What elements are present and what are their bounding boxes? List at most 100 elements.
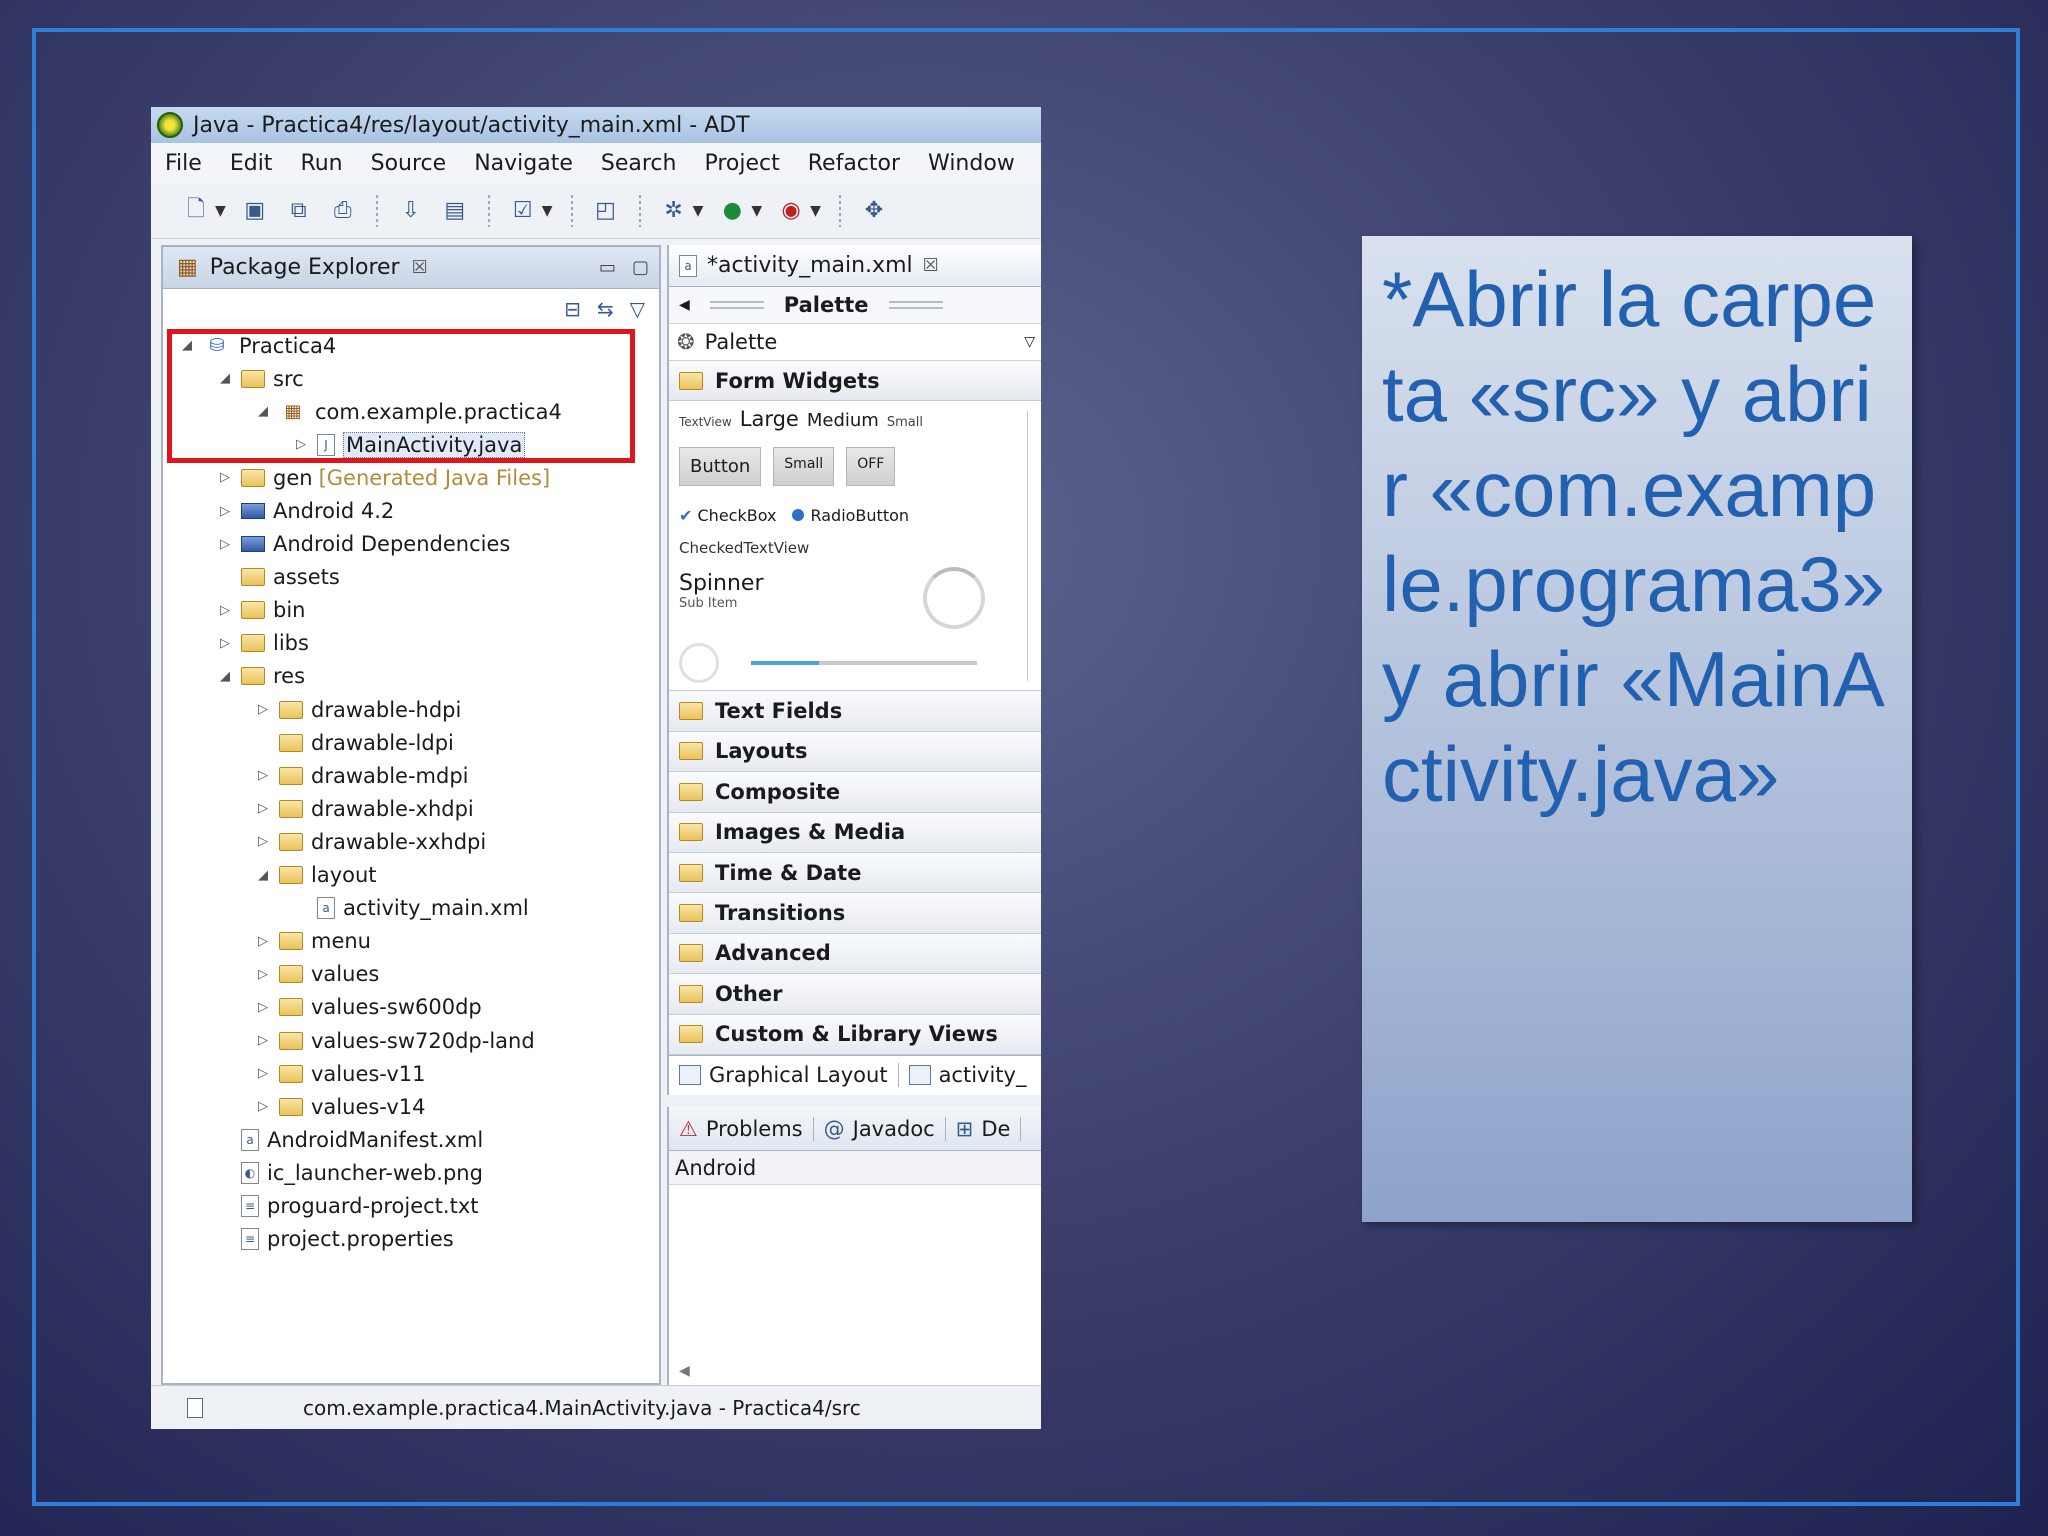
palette-scrollbar[interactable] bbox=[1027, 411, 1039, 682]
tree-item[interactable]: ≡ project.properties bbox=[163, 1223, 659, 1256]
palette-category[interactable]: Other bbox=[669, 974, 1041, 1015]
tree-item[interactable]: ▷ values-v14 bbox=[163, 1090, 659, 1123]
tree-item[interactable]: ▷ Android Dependencies bbox=[163, 528, 659, 561]
collapsed-arrow-icon[interactable]: ▷ bbox=[215, 636, 235, 651]
collapsed-arrow-icon[interactable]: ▷ bbox=[253, 834, 273, 849]
tree-item[interactable]: ▷ libs bbox=[163, 627, 659, 660]
collapsed-arrow-icon[interactable]: ▷ bbox=[253, 1000, 273, 1015]
expanded-arrow-icon[interactable]: ◢ bbox=[253, 404, 273, 419]
tree-item[interactable]: ▷ Android 4.2 bbox=[163, 494, 659, 527]
palette-category[interactable]: Text Fields bbox=[669, 691, 1041, 732]
tree-item[interactable]: drawable-ldpi bbox=[163, 726, 659, 759]
close-icon[interactable]: ☒ bbox=[923, 255, 939, 276]
menu-edit[interactable]: Edit bbox=[230, 151, 273, 176]
tree-item[interactable]: ◢ layout bbox=[163, 859, 659, 892]
expanded-arrow-icon[interactable]: ◢ bbox=[253, 868, 273, 883]
tab-activity-main[interactable]: a *activity_main.xml ☒ bbox=[669, 245, 1041, 287]
collapsed-arrow-icon[interactable]: ▷ bbox=[253, 702, 273, 717]
palette-category[interactable]: Advanced bbox=[669, 933, 1041, 975]
collapsed-arrow-icon[interactable]: ▷ bbox=[253, 768, 273, 783]
widget-progress-circle[interactable] bbox=[923, 567, 985, 630]
external-tools-dropdown-icon[interactable]: ▼ bbox=[810, 203, 821, 219]
menu-search[interactable]: Search bbox=[601, 151, 677, 176]
widget-medium-text[interactable]: Medium bbox=[807, 410, 879, 431]
new-android-project-icon[interactable]: ◰ bbox=[591, 196, 621, 226]
expanded-arrow-icon[interactable]: ◢ bbox=[177, 338, 197, 353]
menu-run[interactable]: Run bbox=[300, 151, 342, 176]
tree-item[interactable]: ▷ values-v11 bbox=[163, 1057, 659, 1090]
lint-dropdown-icon[interactable]: ▼ bbox=[542, 203, 553, 219]
menu-navigate[interactable]: Navigate bbox=[474, 151, 573, 176]
expanded-arrow-icon[interactable]: ◢ bbox=[215, 371, 235, 386]
close-icon[interactable]: ☒ bbox=[412, 257, 428, 278]
tree-item[interactable]: ◢ ▦ com.example.practica4 bbox=[163, 395, 659, 428]
external-tools-icon[interactable]: ◉ bbox=[776, 196, 806, 226]
widget-textview[interactable]: TextView bbox=[679, 415, 732, 429]
widget-toggle-button[interactable]: OFF bbox=[846, 447, 896, 487]
maximize-icon[interactable]: ▢ bbox=[632, 257, 649, 278]
tab-javadoc[interactable]: @ Javadoc bbox=[814, 1116, 946, 1141]
new-icon[interactable]: 🗋 bbox=[181, 196, 211, 226]
widget-large-text[interactable]: Large bbox=[740, 407, 799, 431]
collapse-palette-icon[interactable]: ◀ bbox=[679, 297, 690, 313]
menu-source[interactable]: Source bbox=[371, 151, 447, 176]
widget-radiobutton[interactable]: RadioButton bbox=[792, 506, 909, 525]
scroll-left-icon[interactable]: ◀ bbox=[679, 1363, 690, 1379]
tree-item[interactable]: ▷ drawable-hdpi bbox=[163, 693, 659, 726]
widget-progress-small[interactable] bbox=[679, 643, 719, 684]
run-dropdown-icon[interactable]: ▼ bbox=[751, 203, 762, 219]
tree-item[interactable]: ◢ res bbox=[163, 660, 659, 693]
sdk-manager-icon[interactable]: ⇩ bbox=[396, 196, 426, 226]
view-menu-icon[interactable]: ▽ bbox=[630, 297, 645, 321]
open-type-icon[interactable]: ✥ bbox=[859, 196, 889, 226]
tab-graphical-layout[interactable]: Graphical Layout bbox=[679, 1063, 899, 1088]
minimize-icon[interactable]: ▭ bbox=[599, 257, 616, 278]
tree-item[interactable]: ▷ J MainActivity.java bbox=[163, 428, 659, 461]
widget-checked-textview[interactable]: CheckedTextView bbox=[679, 539, 1031, 557]
tree-item[interactable]: ▷ drawable-mdpi bbox=[163, 759, 659, 792]
tree-item[interactable]: ◢ src bbox=[163, 362, 659, 395]
debug-dropdown-icon[interactable]: ▼ bbox=[693, 203, 704, 219]
save-icon[interactable]: ▣ bbox=[240, 196, 270, 226]
tree-item[interactable]: ▷ menu bbox=[163, 925, 659, 958]
tab-package-explorer[interactable]: ▦ Package Explorer ☒ ▭ ▢ bbox=[163, 247, 659, 289]
tree-item[interactable]: ▷ values bbox=[163, 958, 659, 991]
collapsed-arrow-icon[interactable]: ▷ bbox=[215, 470, 235, 485]
debug-icon[interactable]: ✲ bbox=[659, 196, 689, 226]
new-dropdown-icon[interactable]: ▼ bbox=[215, 203, 226, 219]
collapsed-arrow-icon[interactable]: ▷ bbox=[215, 504, 235, 519]
collapsed-arrow-icon[interactable]: ▷ bbox=[215, 537, 235, 552]
palette-category[interactable]: Images & Media bbox=[669, 812, 1041, 853]
menu-project[interactable]: Project bbox=[704, 151, 779, 176]
palette-category[interactable]: Layouts bbox=[669, 731, 1041, 773]
tree-item[interactable]: a activity_main.xml bbox=[163, 892, 659, 925]
run-icon[interactable]: ● bbox=[717, 196, 747, 226]
link-with-editor-icon[interactable]: ⇆ bbox=[597, 297, 614, 321]
tree-item[interactable]: ◐ ic_launcher-web.png bbox=[163, 1156, 659, 1189]
chevron-down-icon[interactable]: ▽ bbox=[1024, 334, 1035, 350]
tree-item[interactable]: ≡ proguard-project.txt bbox=[163, 1189, 659, 1222]
palette-category[interactable]: Time & Date bbox=[669, 852, 1041, 894]
collapsed-arrow-icon[interactable]: ▷ bbox=[253, 934, 273, 949]
collapsed-arrow-icon[interactable]: ▷ bbox=[253, 967, 273, 982]
tree-item[interactable]: ◢ ⛁ Practica4 bbox=[163, 329, 659, 362]
tab-declaration[interactable]: ⊞ De bbox=[946, 1116, 1022, 1141]
widget-button[interactable]: Button bbox=[679, 447, 762, 487]
palette-category[interactable]: Custom & Library Views bbox=[669, 1014, 1041, 1055]
menu-file[interactable]: File bbox=[165, 151, 202, 176]
category-form-widgets[interactable]: Form Widgets bbox=[669, 361, 1041, 402]
tree-item[interactable]: ▷ gen [Generated Java Files] bbox=[163, 461, 659, 494]
menu-refactor[interactable]: Refactor bbox=[808, 151, 900, 176]
widget-small-text[interactable]: Small bbox=[887, 415, 923, 430]
collapsed-arrow-icon[interactable]: ▷ bbox=[253, 1033, 273, 1048]
widget-checkbox[interactable]: ✔ CheckBox bbox=[679, 506, 776, 525]
expanded-arrow-icon[interactable]: ◢ bbox=[215, 669, 235, 684]
collapsed-arrow-icon[interactable]: ▷ bbox=[253, 801, 273, 816]
palette-selector[interactable]: ❂ Palette ▽ bbox=[669, 323, 1041, 361]
collapsed-arrow-icon[interactable]: ▷ bbox=[253, 1066, 273, 1081]
tree-item[interactable]: ▷ values-sw720dp-land bbox=[163, 1024, 659, 1057]
palette-category[interactable]: Composite bbox=[669, 772, 1041, 813]
widget-progress-bar[interactable] bbox=[751, 661, 977, 666]
tree-item[interactable]: assets bbox=[163, 561, 659, 594]
collapsed-arrow-icon[interactable]: ▷ bbox=[291, 437, 311, 452]
